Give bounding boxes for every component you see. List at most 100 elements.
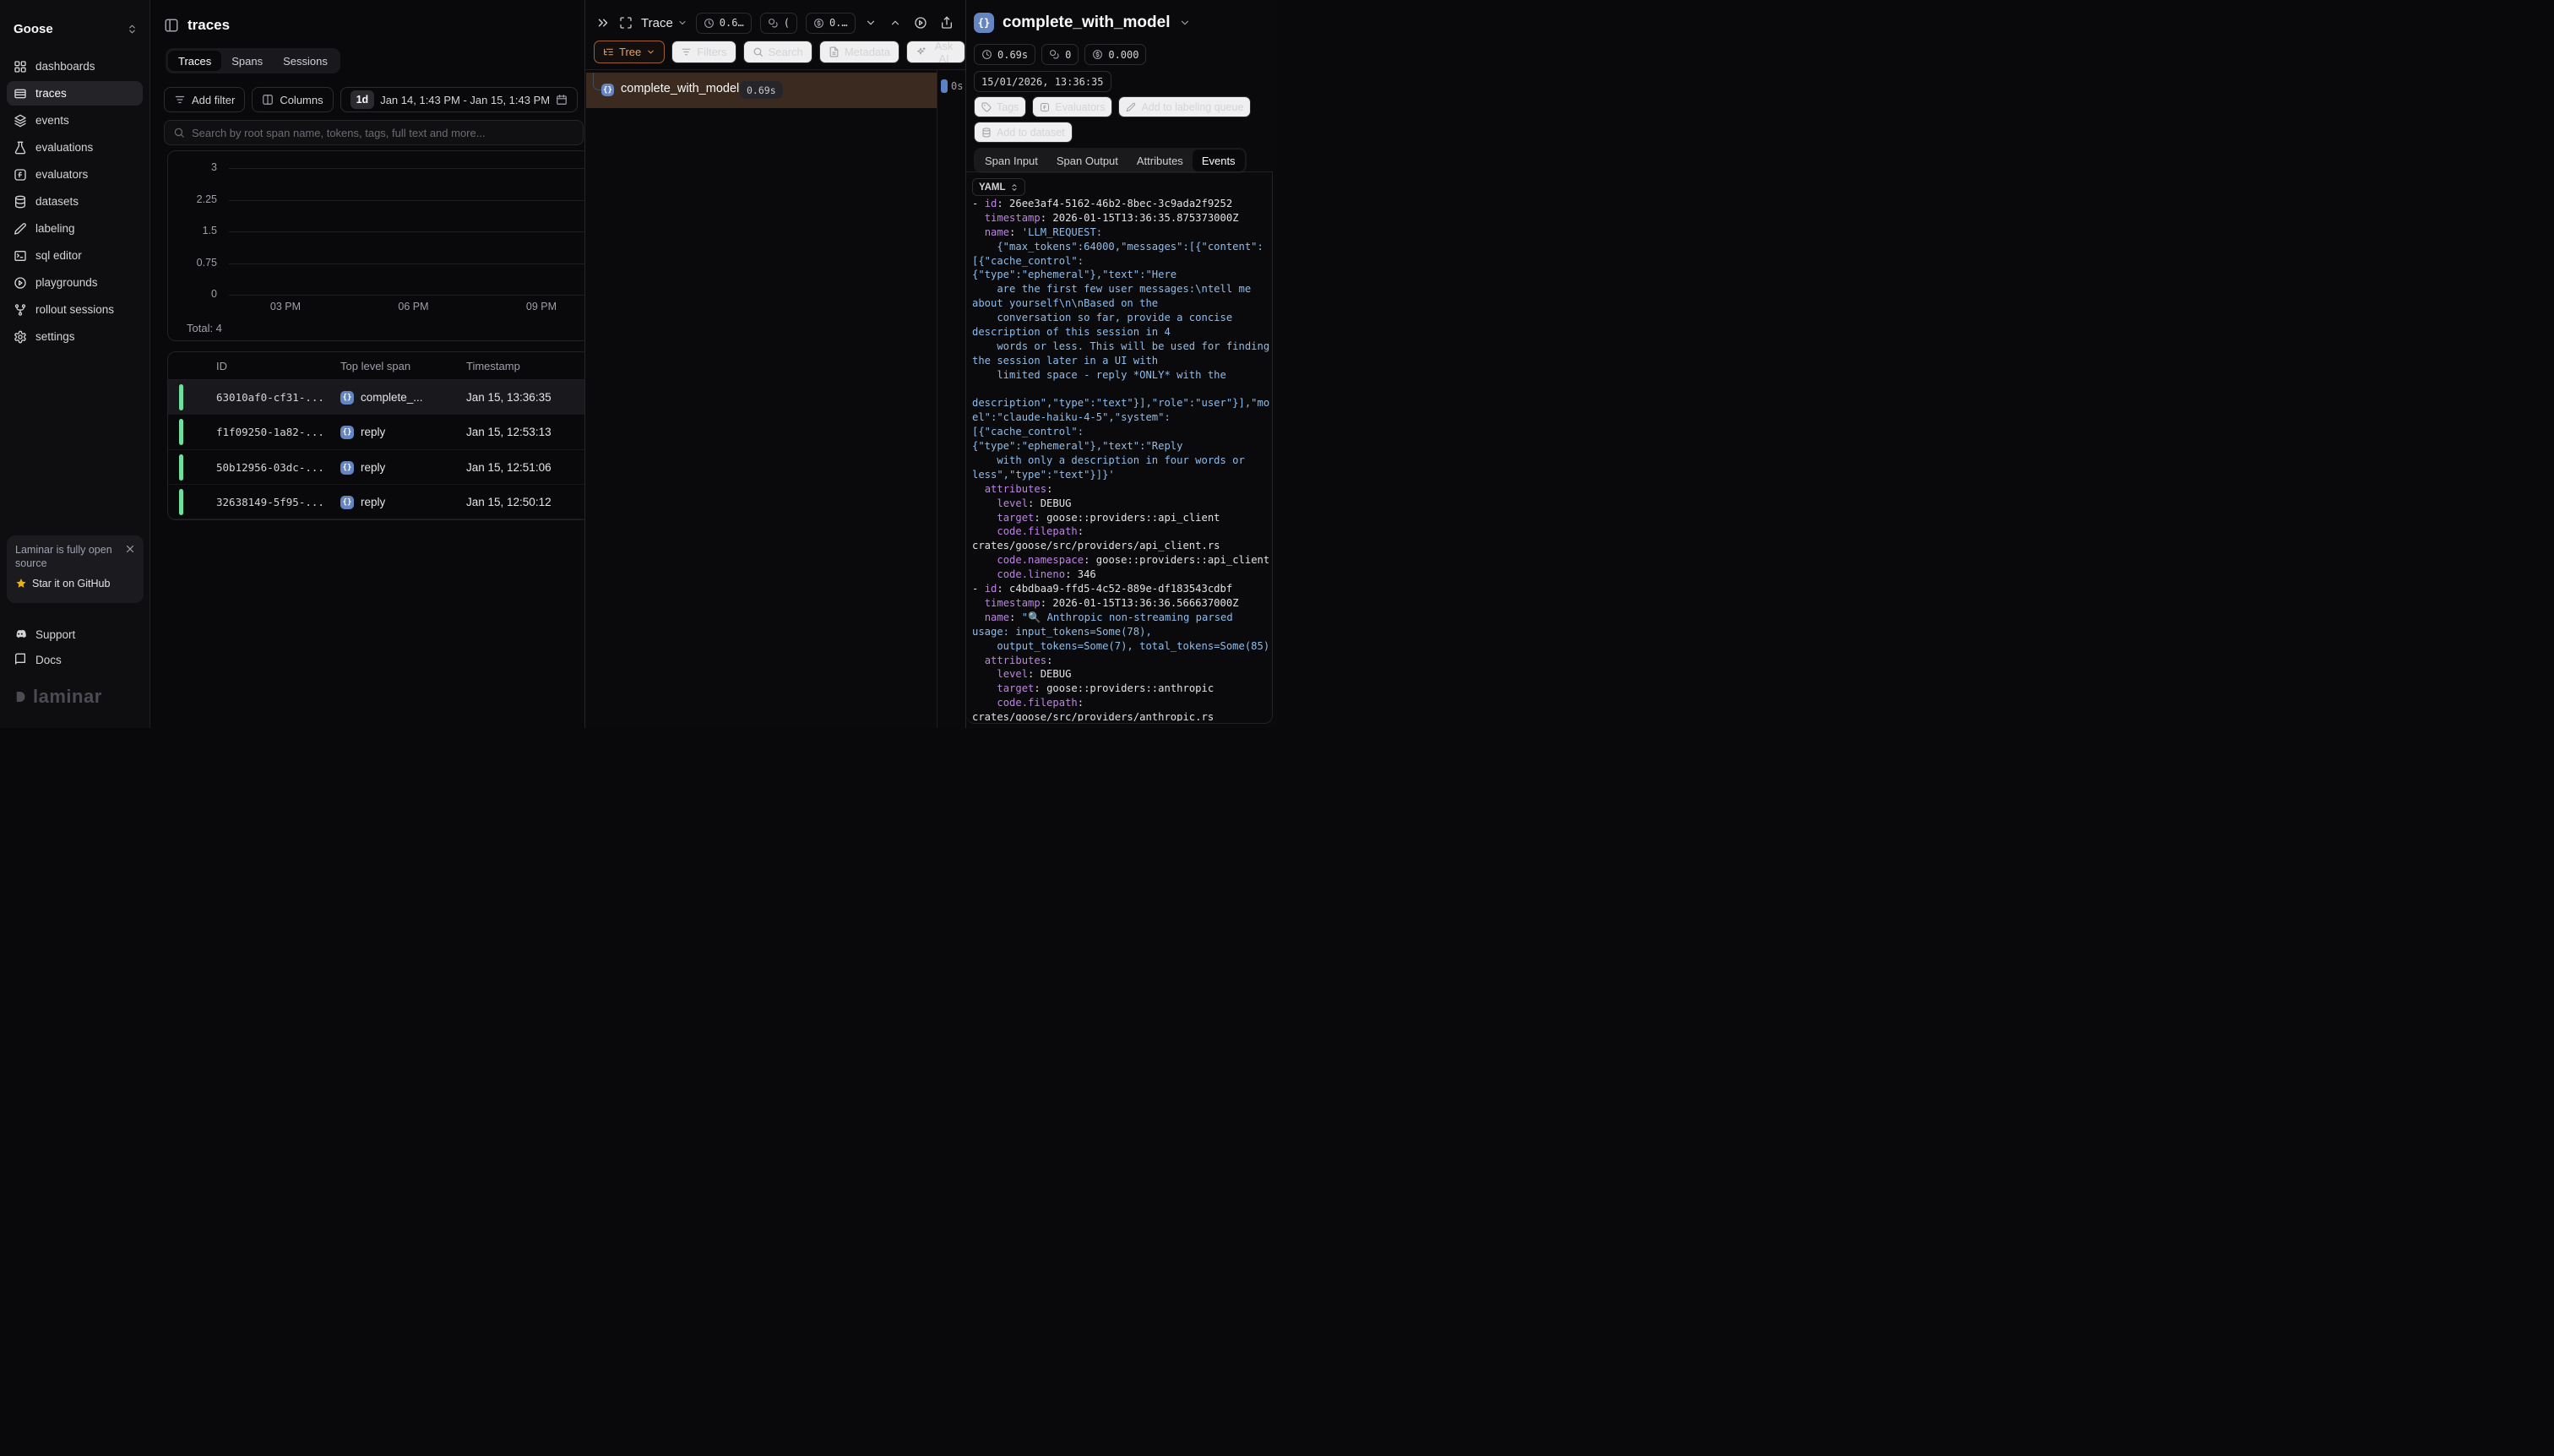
trace-tokens-badge[interactable]: ( [760,13,797,34]
evaluators-button[interactable]: Evaluators [1032,96,1112,117]
tab-sessions[interactable]: Sessions [273,51,338,71]
banner-text: Laminar is fully open source [15,543,117,570]
chevron-down-icon[interactable] [865,17,877,29]
detail-tab-events[interactable]: Events [1193,149,1245,171]
events-yaml-code: - id: 26ee3af4-5162-46b2-8bec-3c9ada2f92… [972,198,1269,721]
chart-gridline [229,295,584,296]
tag-icon [981,102,992,112]
book-icon [14,653,27,666]
sidebar-item-label: evaluators [35,168,88,181]
chevron-up-icon[interactable] [889,17,901,29]
top-level-span: complete_... [361,391,423,404]
format-select[interactable]: YAML [972,178,1025,196]
sidebar-item-events[interactable]: events [7,108,143,133]
date-range-button[interactable]: 1d Jan 14, 1:43 PM - Jan 15, 1:43 PM [340,87,578,112]
database-icon [14,195,27,209]
sidebar-item-dashboards[interactable]: dashboards [7,54,143,79]
span-stats: 0.69s 0 0.000 [974,44,1146,65]
table-row[interactable]: 50b12956-03dc-... {} reply Jan 15, 12:51… [168,450,584,485]
yaml-line: {"max_tokens":64000,"messages":[{"conten… [972,241,1269,255]
sidebar-item-label: evaluations [35,141,93,154]
ask-ai-button[interactable]: Ask AI [906,41,965,63]
footer-item-support[interactable]: Support [7,622,143,647]
footer-item-docs[interactable]: Docs [7,647,143,672]
detail-tab-attributes[interactable]: Attributes [1128,149,1193,171]
yaml-line: - id: 26ee3af4-5162-46b2-8bec-3c9ada2f92… [972,198,1269,212]
tree-view-dropdown[interactable]: Tree [594,41,665,63]
detail-tab-span-output[interactable]: Span Output [1047,149,1128,171]
sidebar-item-evaluators[interactable]: evaluators [7,162,143,187]
search-button[interactable]: Search [743,41,812,63]
metadata-button[interactable]: Metadata [819,41,899,63]
sidebar-item-settings[interactable]: settings [7,324,143,349]
trace-cost-badge[interactable]: 0.… [806,13,856,34]
sidebar-item-label: events [35,114,69,127]
rows-icon [14,87,27,101]
sidebar: Goose dashboards traces events evaluations e… [0,0,150,728]
table-row[interactable]: 32638149-5f95-... {} reply Jan 15, 12:50… [168,485,584,519]
sidebar-item-labeling[interactable]: labeling [7,216,143,241]
play-circle-icon[interactable] [914,16,927,30]
y-tick-label: 1.5 [168,225,217,236]
trace-view-controls: Tree Filters Search Metadata Ask AI [594,41,965,63]
close-icon[interactable] [124,543,136,555]
yaml-line: the session later in a UI with [972,355,1269,369]
maximize-icon[interactable] [619,16,633,30]
trace-timestamp: Jan 15, 13:36:35 [466,391,552,404]
chart-gridline [229,200,584,201]
y-tick-label: 0 [168,288,217,300]
sidebar-item-rollout-sessions[interactable]: rollout sessions [7,297,143,322]
clock-icon [704,18,715,29]
filters-button[interactable]: Filters [671,41,736,63]
sidebar-item-datasets[interactable]: datasets [7,189,143,214]
play-icon [14,276,27,290]
traces-count-chart: 00.751.52.253 03 PM06 PM09 PM Total: 4 [167,150,584,341]
events-content: YAML - id: 26ee3af4-5162-46b2-8bec-3c9ad… [966,171,1273,724]
panel-left-icon[interactable] [164,18,179,33]
sidebar-item-playgrounds[interactable]: playgrounds [7,270,143,295]
trace-id: 32638149-5f95-... [216,496,324,508]
star-on-github-link[interactable]: Star it on GitHub [15,578,135,589]
tab-spans[interactable]: Spans [221,51,273,71]
tags-button[interactable]: Tags [974,96,1026,117]
yaml-line: crates/goose/src/providers/api_client.rs [972,540,1269,554]
tab-traces[interactable]: Traces [168,51,221,71]
columns-icon [262,94,274,106]
yaml-line: with only a description in four words or [972,454,1269,469]
collapse-panel-icon[interactable] [595,15,611,30]
table-row[interactable]: 63010af0-cf31-... {} complete_... Jan 15… [168,380,584,415]
span-details-header: {} complete_with_model [974,13,1191,33]
pencil-icon [1126,102,1136,112]
sidebar-item-sql-editor[interactable]: sql editor [7,243,143,268]
table-header: IDTop level spanTimestamp [168,352,584,380]
sidebar-item-evaluations[interactable]: evaluations [7,135,143,160]
trace-dropdown[interactable]: Trace [641,16,687,30]
yaml-line: timestamp: 2026-01-15T13:36:36.566637000… [972,597,1269,611]
workspace-name: Goose [14,22,53,36]
columns-button[interactable]: Columns [252,87,333,112]
gear-icon [14,330,27,344]
x-tick-label: 03 PM [270,301,301,312]
search-input[interactable] [192,127,574,139]
detail-tab-span-input[interactable]: Span Input [975,149,1047,171]
sidebar-item-traces[interactable]: traces [7,81,143,106]
yaml-line [972,383,1269,398]
yaml-line: code.filepath: [972,697,1269,711]
table-row[interactable]: f1f09250-1a82-... {} reply Jan 15, 12:53… [168,415,584,449]
add-to-dataset-button[interactable]: Add to dataset [974,122,1073,143]
page-title: traces [187,17,230,34]
open-source-banner: Laminar is fully open source Star it on … [7,535,144,603]
add-to-labeling-queue-button[interactable]: Add to labeling queue [1118,96,1251,117]
sidebar-item-label: traces [35,87,67,100]
span-timestamp-row: 15/01/2026, 13:36:35 [974,71,1111,92]
date-range-label: Jan 14, 1:43 PM - Jan 15, 1:43 PM [380,94,550,106]
workspace-switcher[interactable]: Goose [8,17,143,41]
span-row-complete-with-model[interactable]: {} complete_with_model 0.69s [586,73,937,108]
sidebar-item-label: datasets [35,195,79,208]
trace-duration-badge[interactable]: 0.6… [696,13,752,34]
add-filter-button[interactable]: Add filter [164,87,245,112]
timeline-tick-label: 0s [951,80,963,92]
share-icon[interactable] [940,16,954,30]
chevron-down-icon[interactable] [1179,17,1191,29]
traces-tabs: TracesSpansSessions [166,48,340,73]
